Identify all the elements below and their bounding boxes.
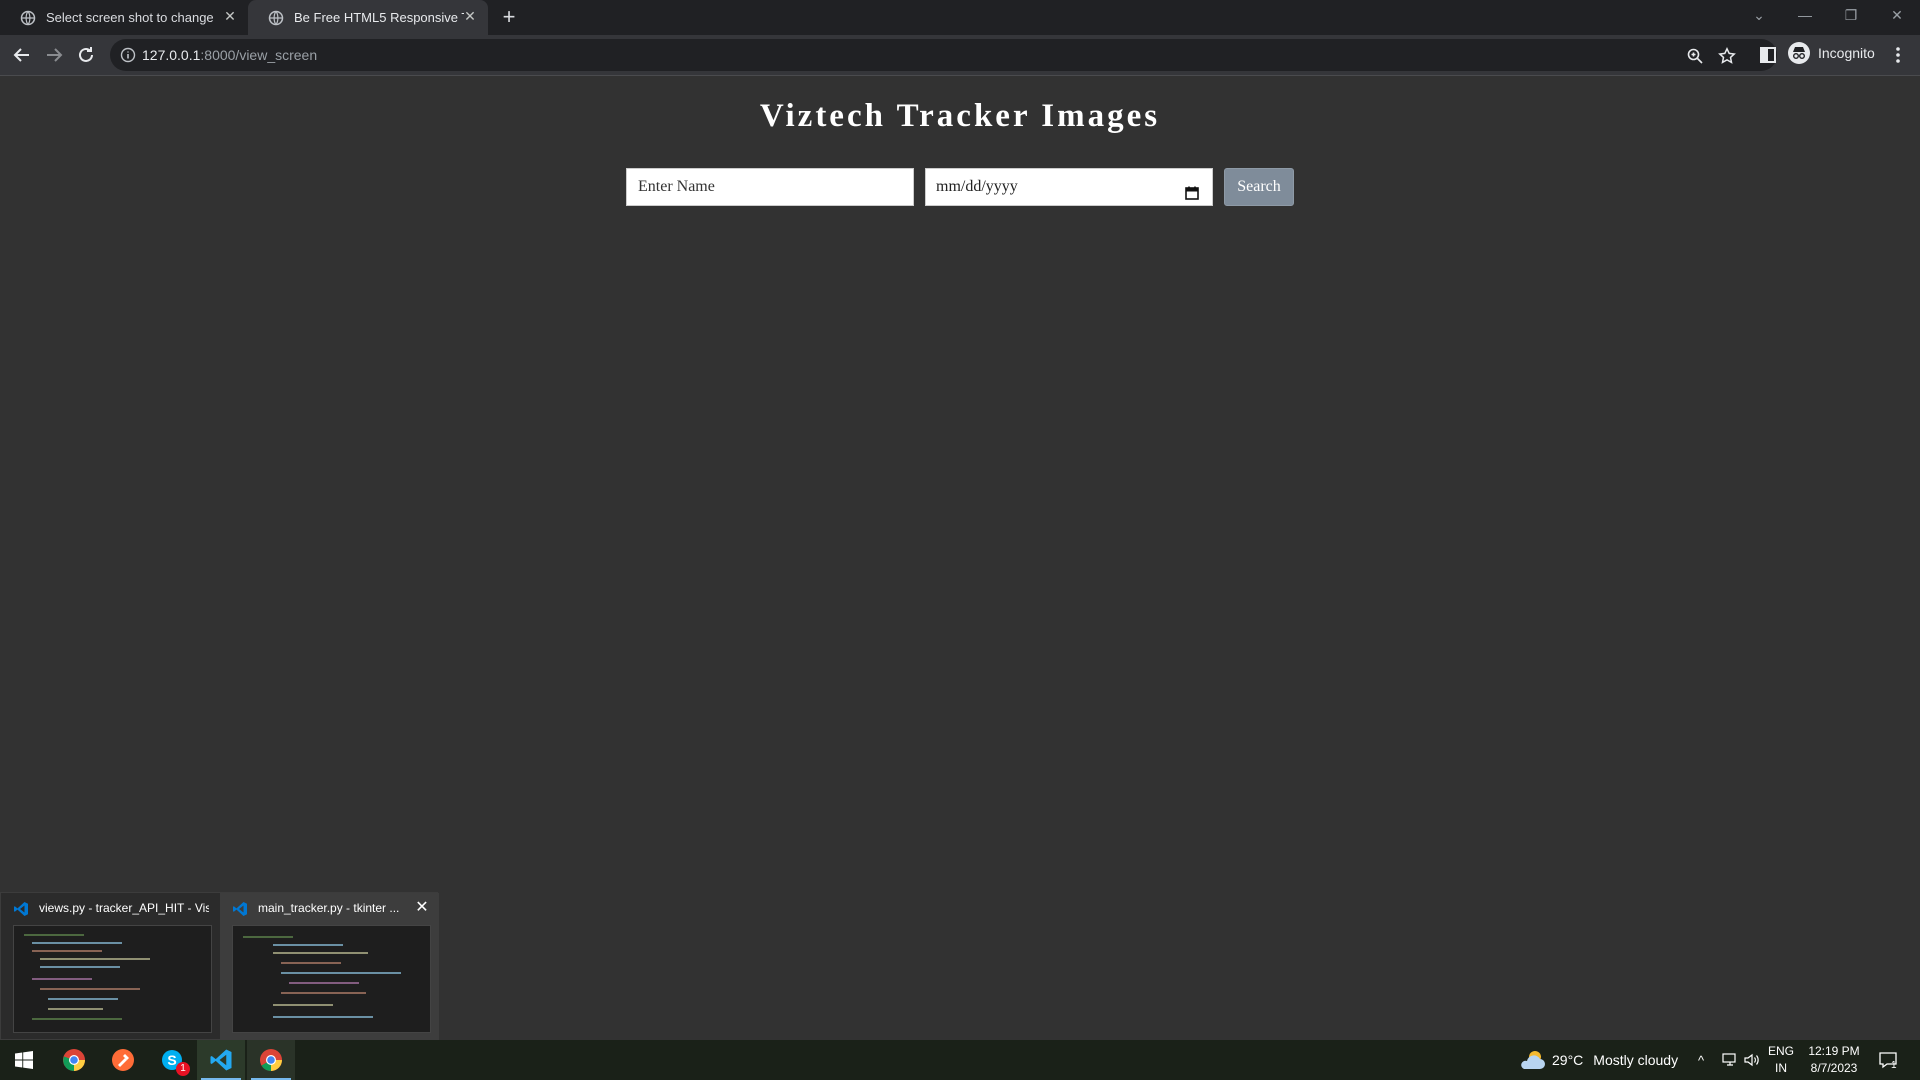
date-input[interactable]: mm/dd/yyyy — [925, 168, 1213, 206]
globe-icon — [20, 10, 36, 26]
name-input[interactable] — [626, 168, 914, 206]
date-placeholder: mm/dd/yyyy — [936, 178, 1018, 195]
volume-icon[interactable] — [1744, 1040, 1760, 1080]
chrome-incognito-taskbar-icon[interactable] — [247, 1040, 295, 1080]
notification-count: 1 — [1891, 1060, 1897, 1071]
language-indicator[interactable]: ENG IN — [1768, 1043, 1794, 1077]
site-info-icon[interactable] — [120, 47, 136, 63]
tab-close-icon[interactable]: ✕ — [462, 8, 478, 24]
url-host: 127.0.0.1 — [142, 47, 201, 63]
svg-text:S: S — [167, 1052, 176, 1068]
weather-widget[interactable]: 29°C Mostly cloudy — [1518, 1040, 1678, 1080]
language-code: ENG — [1768, 1044, 1795, 1058]
incognito-profile-button[interactable]: Incognito — [1788, 40, 1875, 66]
cloud-icon — [1521, 1051, 1545, 1069]
new-tab-plus-icon[interactable]: + — [497, 6, 521, 30]
thumbnail-title: views.py - tracker_API_HIT - Vis... — [39, 901, 209, 915]
show-hidden-icons-chevron-icon[interactable]: ^ — [1698, 1040, 1704, 1080]
thumbnail-preview — [232, 925, 431, 1033]
search-button[interactable]: Search — [1224, 168, 1294, 206]
thumbnail-title: main_tracker.py - tkinter ... — [258, 901, 400, 915]
tab-title: Select screen shot to change | Dj — [46, 10, 216, 25]
clock[interactable]: 12:19 PM 8/7/2023 — [1798, 1043, 1870, 1077]
browser-menu-icon[interactable] — [1896, 45, 1900, 65]
network-icon[interactable] — [1722, 1040, 1738, 1080]
skype-badge: 1 — [176, 1062, 190, 1076]
taskbar-thumbnail-popup: views.py - tracker_API_HIT - Vis... main… — [0, 892, 439, 1041]
start-windows-icon[interactable] — [0, 1040, 48, 1080]
page-title: Viztech Tracker Images — [759, 98, 1161, 134]
clock-date: 8/7/2023 — [1810, 1061, 1858, 1075]
tab-close-icon[interactable]: ✕ — [222, 8, 238, 24]
tab-title: Be Free HTML5 Responsive Temp — [294, 10, 464, 25]
restore-icon[interactable]: ❐ — [1828, 0, 1874, 30]
chrome-taskbar-icon[interactable] — [50, 1040, 98, 1080]
incognito-label: Incognito — [1818, 45, 1875, 61]
forward-arrow-icon[interactable] — [42, 43, 66, 67]
back-arrow-icon[interactable] — [10, 43, 34, 67]
url-path: :8000/view_screen — [200, 47, 318, 63]
search-form: mm/dd/yyyy Search — [626, 168, 1294, 206]
thumbnail-close-icon[interactable]: ✕ — [413, 899, 431, 917]
vscode-icon — [13, 901, 29, 917]
address-bar[interactable]: 127.0.0.1:8000/view_screen — [110, 39, 1777, 71]
bookmark-star-icon[interactable] — [1718, 47, 1736, 65]
globe-icon — [268, 10, 284, 26]
browser-toolbar: 127.0.0.1:8000/view_screen Incognito — [0, 35, 1920, 76]
zoom-magnifier-icon[interactable] — [1686, 47, 1704, 65]
windows-taskbar: S 1 29°C Mostly cloudy ^ ENG IN 12:19 PM… — [0, 1040, 1920, 1080]
skype-taskbar-icon[interactable]: S 1 — [148, 1040, 196, 1080]
side-panel-icon[interactable] — [1756, 43, 1780, 67]
thumbnail-main-tracker[interactable]: main_tracker.py - tkinter ... ✕ — [220, 893, 439, 1041]
weather-description: Mostly cloudy — [1593, 1052, 1679, 1068]
vscode-icon — [232, 901, 248, 917]
weather-temp: 29°C — [1552, 1052, 1584, 1068]
region-code: IN — [1775, 1061, 1787, 1075]
calendar-icon[interactable] — [1184, 179, 1200, 200]
close-window-icon[interactable]: ✕ — [1874, 0, 1920, 30]
notifications-icon[interactable]: 1 — [1878, 1040, 1898, 1080]
minimize-icon[interactable]: — — [1782, 0, 1828, 30]
tab-be-free[interactable]: Be Free HTML5 Responsive Temp ✕ — [248, 0, 488, 35]
reload-icon[interactable] — [74, 43, 98, 67]
tab-strip: Select screen shot to change | Dj ✕ Be F… — [0, 0, 1920, 35]
tab-search-chevron-icon[interactable]: ⌄ — [1736, 0, 1782, 30]
clock-time: 12:19 PM — [1808, 1044, 1860, 1058]
tab-select-screenshot[interactable]: Select screen shot to change | Dj ✕ — [0, 0, 248, 35]
thumbnail-preview — [13, 925, 212, 1033]
postman-taskbar-icon[interactable] — [99, 1040, 147, 1080]
vscode-taskbar-icon[interactable] — [197, 1040, 245, 1080]
thumbnail-views-py[interactable]: views.py - tracker_API_HIT - Vis... — [1, 893, 220, 1041]
incognito-icon — [1788, 42, 1810, 64]
url-text: 127.0.0.1:8000/view_screen — [142, 47, 317, 63]
